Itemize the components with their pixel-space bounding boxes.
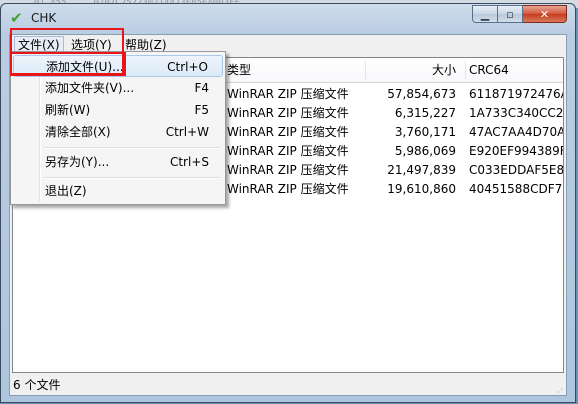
file-size: 3,760,171 xyxy=(394,125,456,139)
menu-item-refresh[interactable]: 刷新(W) F5 xyxy=(13,99,223,121)
file-crc: 611871972476A67 xyxy=(469,87,563,101)
file-type: WinRAR ZIP 压缩文件 xyxy=(227,182,349,196)
menu-item-shortcut: Ctrl+S xyxy=(169,155,209,169)
window-title: CHK xyxy=(31,11,57,25)
file-type: WinRAR ZIP 压缩文件 xyxy=(227,163,349,177)
menu-separator xyxy=(43,147,221,149)
status-bar: 6 个文件 ⋰ xyxy=(10,375,566,398)
close-button[interactable]: ✕ xyxy=(523,5,567,23)
menu-item-shortcut: F5 xyxy=(194,103,209,117)
menu-item-exit[interactable]: 退出(Z) xyxy=(13,180,223,202)
menu-item-label: 添加文件(U)... xyxy=(46,60,124,74)
file-crc: 1A733C340CC2D6 xyxy=(469,106,564,120)
close-icon: ✕ xyxy=(539,7,550,21)
file-crc: 47AC7AA4D70AA xyxy=(469,125,564,139)
caption-buttons: ▁ ▫ ✕ xyxy=(472,5,567,24)
menu-item-shortcut: F4 xyxy=(194,81,209,95)
menu-item-add-file[interactable]: 添加文件(U)... Ctrl+O xyxy=(13,55,223,77)
file-crc: C033EDDAF5E877 xyxy=(469,163,564,177)
menu-separator xyxy=(43,177,221,179)
menu-item-shortcut: Ctrl+W xyxy=(165,125,209,139)
menu-item-save-as[interactable]: 另存为(Y)... Ctrl+S xyxy=(13,151,223,173)
column-divider[interactable] xyxy=(465,61,466,79)
menu-item-add-folder[interactable]: 添加文件夹(V)... F4 xyxy=(13,77,223,99)
menu-item-shortcut: Ctrl+O xyxy=(167,60,208,74)
column-size[interactable]: 大小 xyxy=(365,58,456,82)
file-type: WinRAR ZIP 压缩文件 xyxy=(227,87,349,101)
file-size: 57,854,673 xyxy=(387,87,456,101)
column-type[interactable]: 类型 xyxy=(227,58,251,82)
file-crc: E920EF994389FAC xyxy=(469,144,563,158)
file-crc: 40451588CDF79EF xyxy=(469,182,563,196)
title-bar[interactable]: ✔ CHK ▁ ▫ ✕ xyxy=(1,4,575,32)
file-size: 19,610,860 xyxy=(387,182,456,196)
file-size: 6,315,227 xyxy=(394,106,456,120)
column-crc[interactable]: CRC64 xyxy=(469,58,509,82)
file-type: WinRAR ZIP 压缩文件 xyxy=(227,106,349,120)
menu-item-label: 清除全部(X) xyxy=(45,125,111,139)
menu-item-label: 退出(Z) xyxy=(45,184,87,198)
menu-item-clear-all[interactable]: 清除全部(X) Ctrl+W xyxy=(13,121,223,143)
file-size: 21,497,839 xyxy=(387,163,456,177)
file-menu-dropdown: 添加文件(U)... Ctrl+O 添加文件夹(V)... F4 刷新(W) F… xyxy=(10,51,226,205)
maximize-icon: ▫ xyxy=(506,7,514,21)
minimize-button[interactable]: ▁ xyxy=(472,5,498,23)
minimize-icon: ▁ xyxy=(480,7,490,21)
menu-item-label: 添加文件夹(V)... xyxy=(45,81,135,95)
file-type: WinRAR ZIP 压缩文件 xyxy=(227,144,349,158)
resize-grip-icon[interactable]: ⋰ xyxy=(554,383,564,398)
maximize-button[interactable]: ▫ xyxy=(498,5,523,23)
menu-item-label: 刷新(W) xyxy=(45,103,91,117)
file-size: 5,986,069 xyxy=(394,144,456,158)
menu-item-label: 另存为(Y)... xyxy=(45,155,110,169)
status-text: 6 个文件 xyxy=(13,378,61,392)
file-type: WinRAR ZIP 压缩文件 xyxy=(227,125,349,139)
checkmark-icon: ✔ xyxy=(10,9,23,27)
